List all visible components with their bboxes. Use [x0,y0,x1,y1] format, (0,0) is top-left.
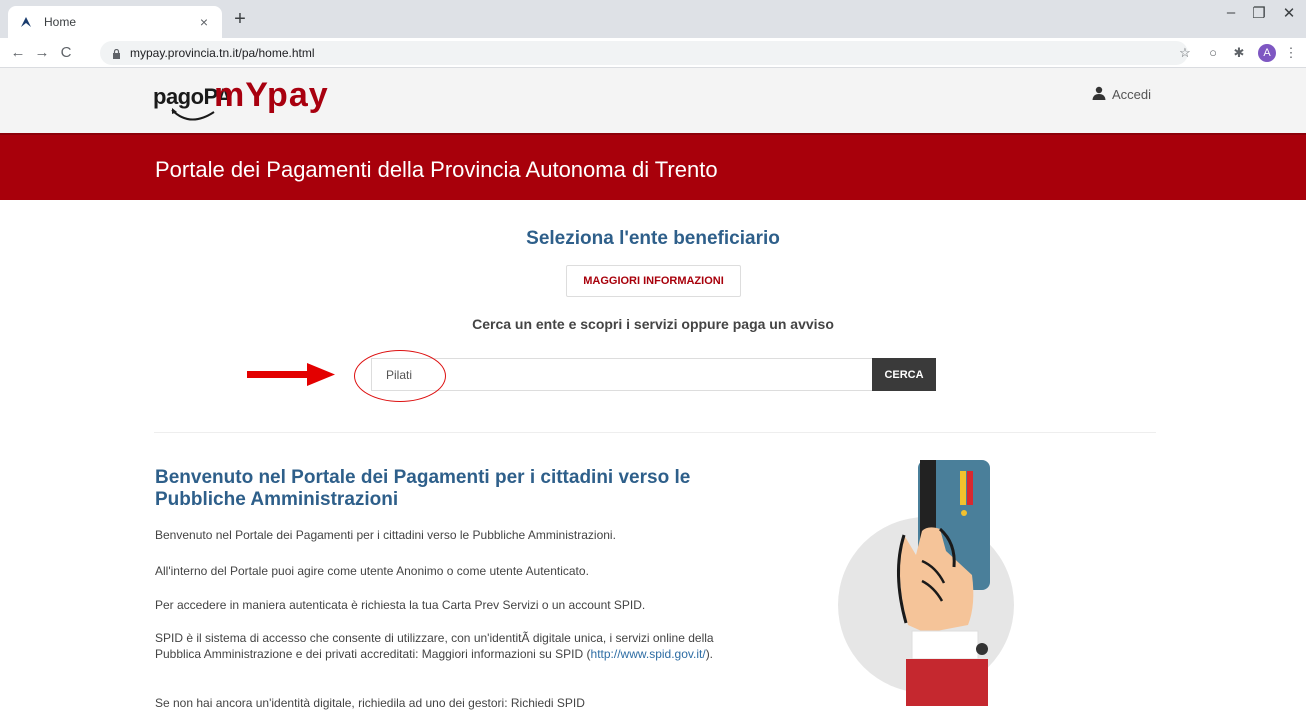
welcome-paragraph-3: Per accedere in maniera autenticata è ri… [155,598,646,612]
portal-banner: Portale dei Pagamenti della Provincia Au… [0,133,1306,200]
login-label: Accedi [1112,87,1152,102]
entity-search-input[interactable] [371,358,872,391]
spid-link[interactable]: http://www.spid.gov.it/ [591,647,706,661]
tab-title: Home [44,15,77,29]
profile-avatar[interactable]: A [1258,44,1276,62]
browser-tab-bar: Home × + – ❐ ✕ [0,0,1306,38]
welcome-paragraph-4: SPID è il sistema di accesso che consent… [155,630,715,662]
search-subtitle: Cerca un ente e scopri i servizi oppure … [472,316,834,332]
url-text: mypay.provincia.tn.it/pa/home.html [130,46,315,60]
extension-circle-icon[interactable]: ○ [1204,44,1222,62]
welcome-paragraph-5: Se non hai ancora un'identità digitale, … [155,696,585,710]
minimize-button[interactable]: – [1216,4,1246,21]
welcome-paragraph-2: All'interno del Portale puoi agire come … [155,564,589,578]
welcome-paragraph-1: Benvenuto nel Portale dei Pagamenti per … [155,528,616,542]
red-circle-annotation [354,350,446,402]
red-arrow-annotation-icon [247,363,335,386]
select-entity-title: Seleziona l'ente beneficiario [526,228,780,249]
section-divider [154,432,1156,433]
login-link[interactable]: Accedi [1092,86,1151,103]
more-info-button[interactable]: MAGGIORI INFORMAZIONI [566,265,741,297]
mypay-logo-pay: pay [267,76,329,114]
search-button[interactable]: CERCA [872,358,936,391]
url-field[interactable]: mypay.provincia.tn.it/pa/home.html [100,41,1188,65]
new-tab-button[interactable]: + [230,9,250,30]
browser-address-bar: ← → C mypay.provincia.tn.it/pa/home.html… [0,38,1306,68]
hand-with-card-illustration [838,460,1014,706]
extensions-puzzle-icon[interactable]: ✱ [1230,44,1248,62]
welcome-title: Benvenuto nel Portale dei Pagamenti per … [155,467,691,510]
pagopa-swoosh-icon [171,108,215,121]
bookmark-star-icon[interactable]: ☆ [1176,44,1194,62]
tab-close-icon[interactable]: × [196,14,212,30]
entity-search-form: CERCA [371,358,936,391]
user-icon [1092,86,1106,103]
window-close-button[interactable]: ✕ [1274,4,1304,22]
mypay-logo-my: mY [214,76,268,114]
spid-description-end: ). [705,647,714,661]
browser-tab[interactable]: Home × [8,6,222,38]
lock-icon [112,48,122,59]
reload-icon[interactable]: C [56,43,76,63]
back-arrow-icon[interactable]: ← [8,43,28,63]
restore-button[interactable]: ❐ [1244,4,1274,22]
mypay-logo[interactable]: mYpay [214,76,329,115]
forward-arrow-icon[interactable]: → [32,43,52,63]
portal-title: Portale dei Pagamenti della Provincia Au… [155,157,718,182]
browser-menu-icon[interactable]: ⋮ [1282,44,1300,62]
site-favicon-icon [18,14,34,30]
site-header: pagoPA mYpay Accedi [0,68,1306,133]
